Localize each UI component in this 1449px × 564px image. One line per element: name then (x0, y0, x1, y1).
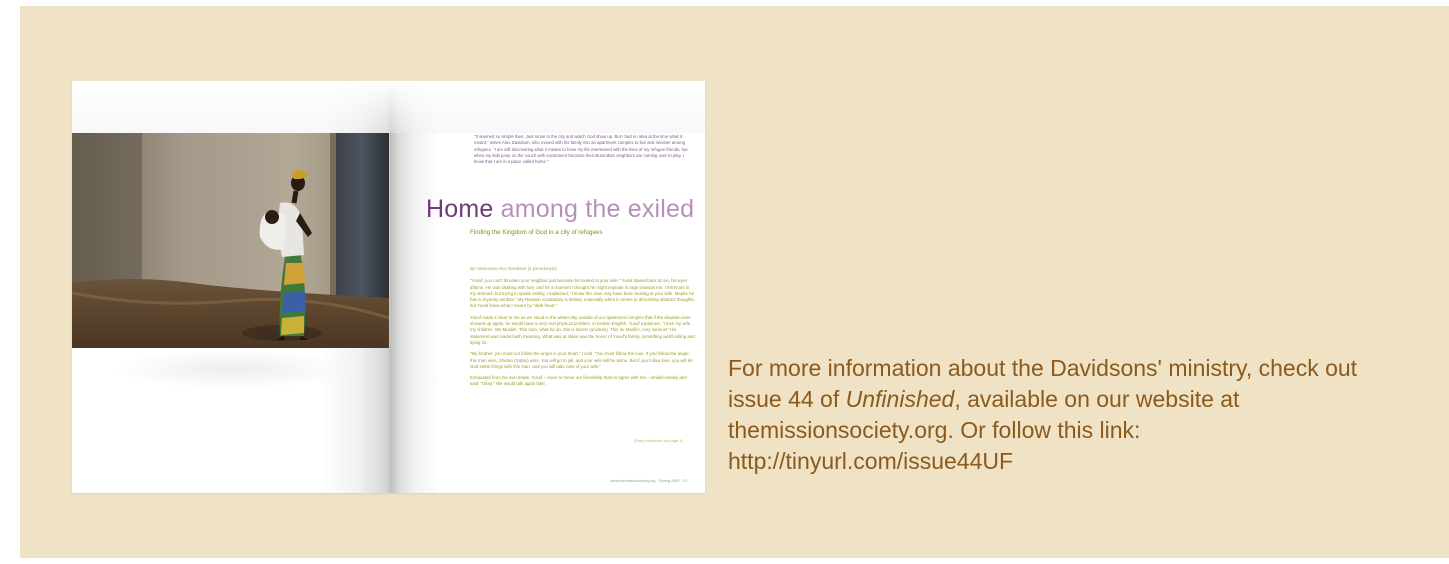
magazine-title: Unfinished (845, 386, 955, 412)
article-subtitle: Finding the Kingdom of God in a city of … (470, 229, 603, 236)
photo-shadow (112, 349, 352, 389)
article-page: "It seemed so simple then. Just move to … (390, 81, 705, 493)
byline: By missionary Alex Davidson (a pseudonym… (470, 266, 557, 271)
mother-and-child-photo (72, 133, 389, 348)
info-caption: For more information about the Davidsons… (728, 353, 1368, 477)
article-body: By missionary Alex Davidson (a pseudonym… (470, 266, 695, 393)
paragraph: Exhausted from his own tirade, Yusuf – m… (470, 375, 687, 387)
paragraph: Yusuf made it clear to me as we stood in… (470, 314, 695, 345)
continued-note: (Story continues on page 4) (633, 438, 683, 443)
intro-quote: "It seemed so simple then. Just move to … (474, 134, 688, 165)
paragraph: "My brother, you must not follow the ang… (470, 351, 693, 369)
magazine-spread-image: "It seemed so simple then. Just move to … (72, 81, 705, 493)
article-headline: Home among the exiled (426, 195, 694, 224)
headline-word-home: Home (426, 195, 494, 223)
paragraph: "Yusuf, you can't threaten your neighbor… (470, 278, 695, 309)
page-footer: www.themissionsociety.org · Spring 2009 … (610, 479, 687, 483)
headline-rest: among the exiled (493, 195, 695, 223)
